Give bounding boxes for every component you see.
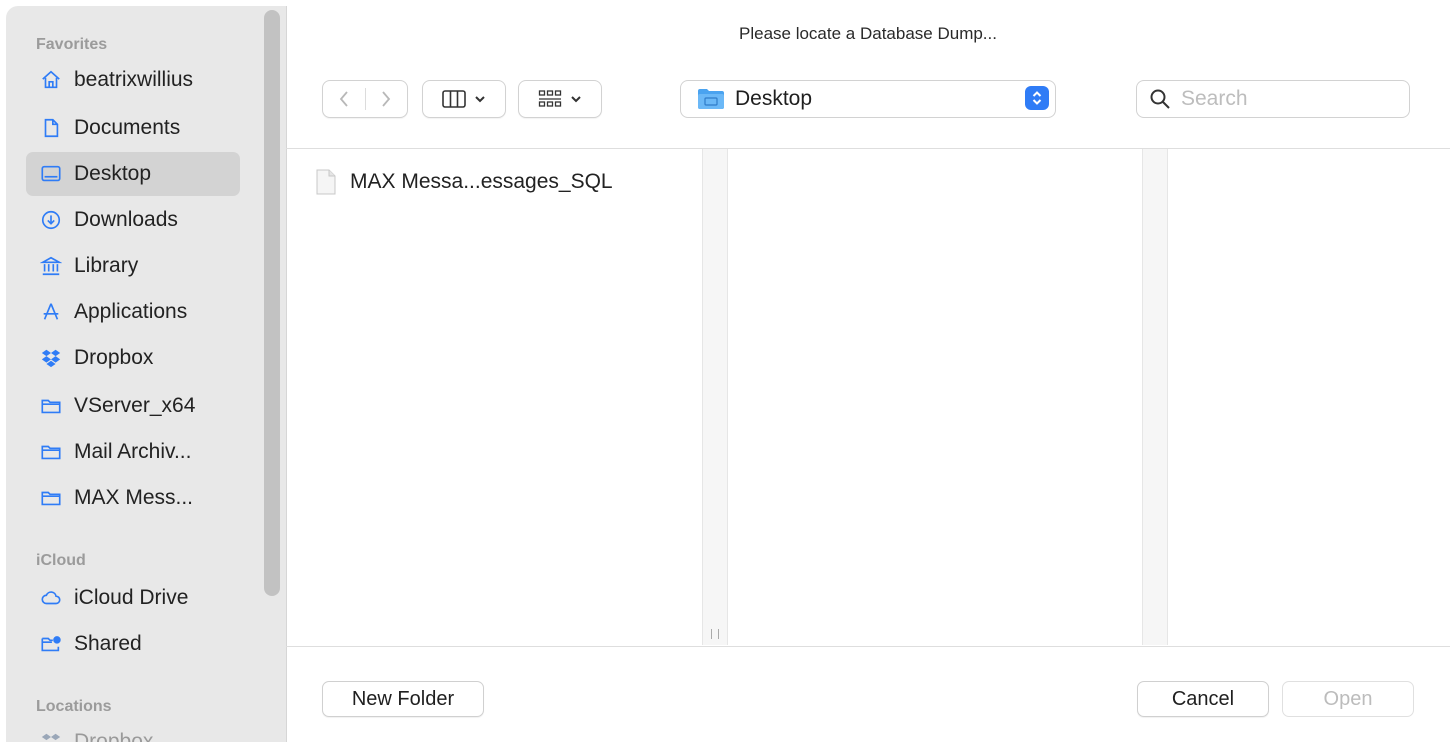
browser-column-3[interactable] <box>1168 149 1450 645</box>
file-item[interactable]: MAX Messa...essages_SQL <box>316 167 613 197</box>
grid-group-icon <box>538 90 562 107</box>
open-file-dialog: Favorites beatrixwillius Documents Deskt… <box>6 6 1450 742</box>
search-icon <box>1150 89 1170 109</box>
sidebar: Favorites beatrixwillius Documents Deskt… <box>6 6 287 742</box>
sidebar-item-label: Mail Archiv... <box>74 440 192 463</box>
icloud-heading: iCloud <box>36 552 86 569</box>
sidebar-item-label: Library <box>74 254 139 277</box>
sidebar-item-home[interactable]: beatrixwillius <box>26 58 240 102</box>
file-icon <box>316 169 336 195</box>
location-stepper[interactable] <box>1025 86 1049 110</box>
forward-button[interactable] <box>365 81 407 117</box>
sidebar-item-downloads[interactable]: Downloads <box>26 198 240 242</box>
sidebar-item-label: Documents <box>74 116 181 139</box>
columns-view-icon <box>442 90 466 108</box>
library-icon <box>38 253 64 279</box>
resize-grip-icon <box>711 629 719 639</box>
sidebar-item-library[interactable]: Library <box>26 244 240 288</box>
sidebar-item-label: Desktop <box>74 162 152 185</box>
nav-button-group <box>322 80 408 118</box>
search-input[interactable] <box>1179 86 1383 112</box>
folder-icon <box>38 393 64 419</box>
chevron-right-icon <box>382 91 391 107</box>
sidebar-item-label: VServer_x64 <box>74 394 196 417</box>
locations-heading: Locations <box>36 698 112 715</box>
sidebar-item-label: Applications <box>74 300 188 323</box>
document-icon <box>38 115 64 141</box>
desktop-icon <box>38 161 64 187</box>
dialog-title: Please locate a Database Dump... <box>739 24 997 43</box>
sidebar-item-applications[interactable]: Applications <box>26 290 240 334</box>
sidebar-item-desktop[interactable]: Desktop <box>26 152 240 196</box>
updown-chevron-icon <box>1032 91 1042 105</box>
favorites-heading: Favorites <box>36 36 108 53</box>
location-label: Desktop <box>735 87 813 110</box>
file-name: MAX Messa...essages_SQL <box>350 170 613 193</box>
cancel-button[interactable]: Cancel <box>1137 681 1269 717</box>
group-by-button[interactable] <box>518 80 602 118</box>
sidebar-item-shared[interactable]: Shared <box>26 622 240 666</box>
folder-icon <box>38 439 64 465</box>
browser-column-1[interactable]: MAX Messa...essages_SQL <box>286 149 702 645</box>
sidebar-item-documents[interactable]: Documents <box>26 106 240 150</box>
desktop-folder-icon <box>698 89 724 109</box>
sidebar-item-label: Dropbox <box>74 730 154 742</box>
sidebar-item-icloud-drive[interactable]: iCloud Drive <box>26 576 240 620</box>
column-resize-handle-2[interactable] <box>1142 149 1168 645</box>
footer-divider <box>286 646 1450 647</box>
browser-column-2[interactable] <box>728 149 1142 645</box>
sidebar-item-label: beatrixwillius <box>74 68 194 91</box>
home-icon <box>38 67 64 93</box>
download-icon <box>38 207 64 233</box>
column-resize-handle[interactable] <box>702 149 728 645</box>
sidebar-item-label: Downloads <box>74 208 178 231</box>
location-popup[interactable]: Desktop <box>680 80 1056 118</box>
dropbox-icon <box>38 729 64 742</box>
sidebar-item-label: Dropbox <box>74 346 154 369</box>
search-field[interactable] <box>1136 80 1410 118</box>
cloud-icon <box>38 585 64 611</box>
chevron-down-icon <box>571 96 581 103</box>
sidebar-scrollbar[interactable] <box>264 10 280 596</box>
sidebar-item-mail-archiv[interactable]: Mail Archiv... <box>26 430 240 474</box>
applications-icon <box>38 299 64 325</box>
sidebar-item-vserver[interactable]: VServer_x64 <box>26 384 240 428</box>
sidebar-item-max-mess[interactable]: MAX Mess... <box>26 476 240 520</box>
dropbox-icon <box>38 345 64 371</box>
sidebar-item-dropbox[interactable]: Dropbox <box>26 336 240 380</box>
chevron-left-icon <box>339 91 348 107</box>
sidebar-item-label: Shared <box>74 632 142 655</box>
view-mode-button[interactable] <box>422 80 506 118</box>
folder-icon <box>38 485 64 511</box>
sidebar-item-location-dropbox[interactable]: Dropbox <box>26 720 240 742</box>
open-button[interactable]: Open <box>1282 681 1414 717</box>
shared-folder-icon <box>38 631 64 657</box>
new-folder-button[interactable]: New Folder <box>322 681 484 717</box>
sidebar-item-label: MAX Mess... <box>74 486 194 509</box>
chevron-down-icon <box>475 96 485 103</box>
back-button[interactable] <box>323 81 365 117</box>
sidebar-item-label: iCloud Drive <box>74 586 189 609</box>
